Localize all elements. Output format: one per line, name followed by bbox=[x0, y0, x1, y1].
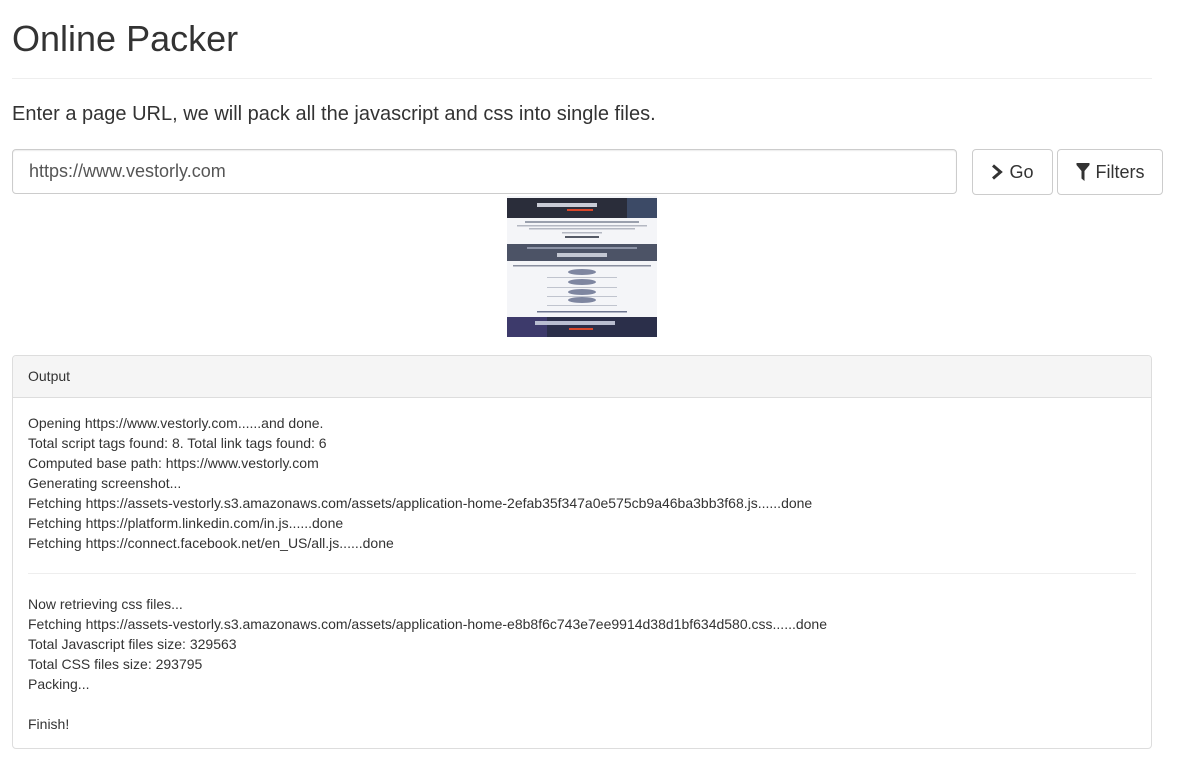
page-lead: Enter a page URL, we will pack all the j… bbox=[12, 103, 656, 125]
log-line: Fetching https://platform.linkedin.com/i… bbox=[28, 515, 344, 531]
page-screenshot-thumbnail bbox=[507, 196, 657, 337]
log-line: Opening https://www.vestorly.com......an… bbox=[28, 415, 324, 431]
log-line: Fetching https://connect.facebook.net/en… bbox=[28, 535, 394, 551]
log-line: Total Javascript files size: 329563 bbox=[28, 636, 237, 652]
filters-button[interactable]: Filters bbox=[1057, 149, 1163, 195]
log-line: Fetching https://assets-vestorly.s3.amaz… bbox=[28, 495, 813, 511]
log-line: Total script tags found: 8. Total link t… bbox=[28, 435, 327, 451]
output-log: Opening https://www.vestorly.com......an… bbox=[13, 398, 1151, 748]
log-spacer bbox=[28, 694, 1136, 714]
log-line: Packing... bbox=[28, 676, 90, 692]
title-divider bbox=[12, 78, 1152, 79]
url-input[interactable] bbox=[12, 149, 957, 194]
log-line: Total CSS files size: 293795 bbox=[28, 656, 203, 672]
log-finish: Finish! bbox=[28, 716, 70, 732]
go-button[interactable]: Go bbox=[972, 149, 1053, 195]
page-title: Online Packer bbox=[12, 18, 239, 59]
log-line: Computed base path: https://www.vestorly… bbox=[28, 455, 319, 471]
log-line: Now retrieving css files... bbox=[28, 596, 183, 612]
log-divider bbox=[28, 573, 1136, 574]
filters-button-label: Filters bbox=[1095, 161, 1145, 182]
output-panel-heading: Output bbox=[13, 356, 1151, 398]
go-button-label: Go bbox=[1009, 161, 1034, 182]
filter-icon bbox=[1076, 162, 1090, 182]
log-line: Fetching https://assets-vestorly.s3.amaz… bbox=[28, 616, 828, 632]
page: Online Packer Enter a page URL, we will … bbox=[0, 0, 1180, 772]
log-line: Generating screenshot... bbox=[28, 475, 182, 491]
output-panel: Output Opening https://www.vestorly.com.… bbox=[12, 355, 1152, 749]
chevron-right-icon bbox=[991, 164, 1004, 180]
